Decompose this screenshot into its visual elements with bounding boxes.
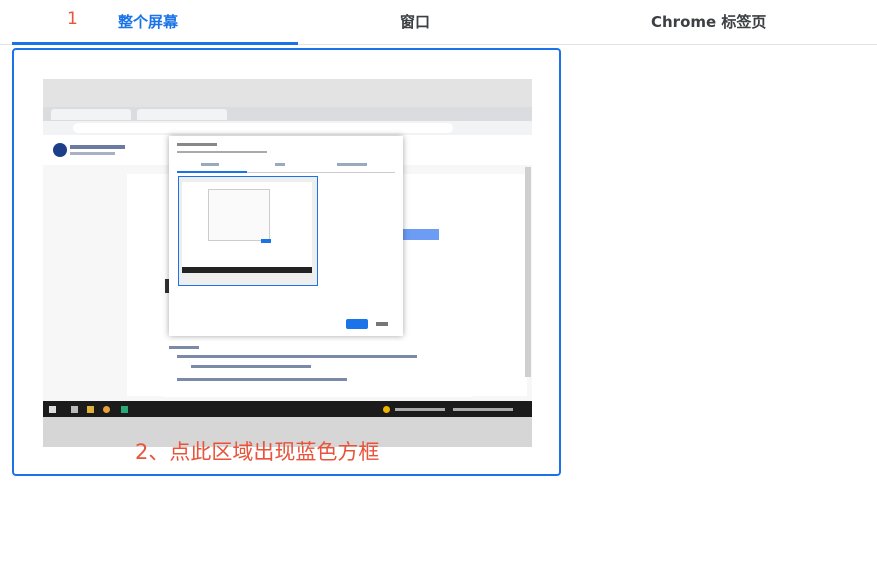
preview-address-bar	[73, 123, 453, 133]
preview-scrollbar	[525, 167, 531, 377]
preview-start-icon	[49, 406, 56, 413]
preview-chat-icon	[121, 406, 128, 413]
preview-nested-taskbar	[182, 267, 312, 273]
preview-logo-text	[70, 145, 125, 149]
preview-tray-text	[395, 408, 445, 411]
preview-notes-line	[191, 365, 311, 368]
preview-folder-icon	[87, 406, 94, 413]
preview-nested-button	[261, 239, 271, 243]
preview-tab	[137, 109, 227, 120]
preview-dialog-share-button	[346, 319, 368, 329]
tab-window[interactable]: 窗口	[400, 10, 430, 34]
screen-preview[interactable]	[43, 79, 532, 447]
tab-chrome-tab[interactable]: Chrome 标签页	[651, 10, 766, 34]
preview-tab	[51, 109, 131, 120]
preview-taskbar-icon	[71, 406, 78, 413]
preview-notes-line	[177, 355, 417, 358]
active-tab-indicator	[12, 42, 298, 45]
preview-dialog-active-tab	[177, 171, 247, 173]
preview-dialog-tab-label	[337, 163, 367, 166]
preview-dialog-tab-label	[275, 163, 285, 166]
tab-entire-screen[interactable]: 整个屏幕	[118, 10, 178, 34]
preview-nested-dialog	[208, 189, 270, 241]
step-1-marker: 1	[67, 9, 78, 29]
preview-top-band	[43, 79, 532, 107]
share-source-tabs: 1 整个屏幕 窗口 Chrome 标签页	[0, 0, 877, 46]
preview-dialog-title	[177, 143, 217, 146]
preview-dialog-cancel-button	[376, 322, 388, 326]
preview-logo-icon	[53, 143, 67, 157]
preview-tray-icon	[383, 406, 390, 413]
preview-browser-icon	[103, 406, 110, 413]
preview-dialog-tab-label	[201, 163, 219, 166]
preview-logo-subtext	[70, 152, 115, 155]
preview-notes-line	[177, 378, 347, 381]
step-2-annotation: 2、点此区域出现蓝色方框	[135, 440, 380, 464]
preview-tray-clock	[453, 408, 513, 411]
preview-notes-line	[169, 346, 199, 349]
preview-notes-panel	[163, 341, 473, 397]
preview-dialog-subtitle	[177, 151, 267, 153]
